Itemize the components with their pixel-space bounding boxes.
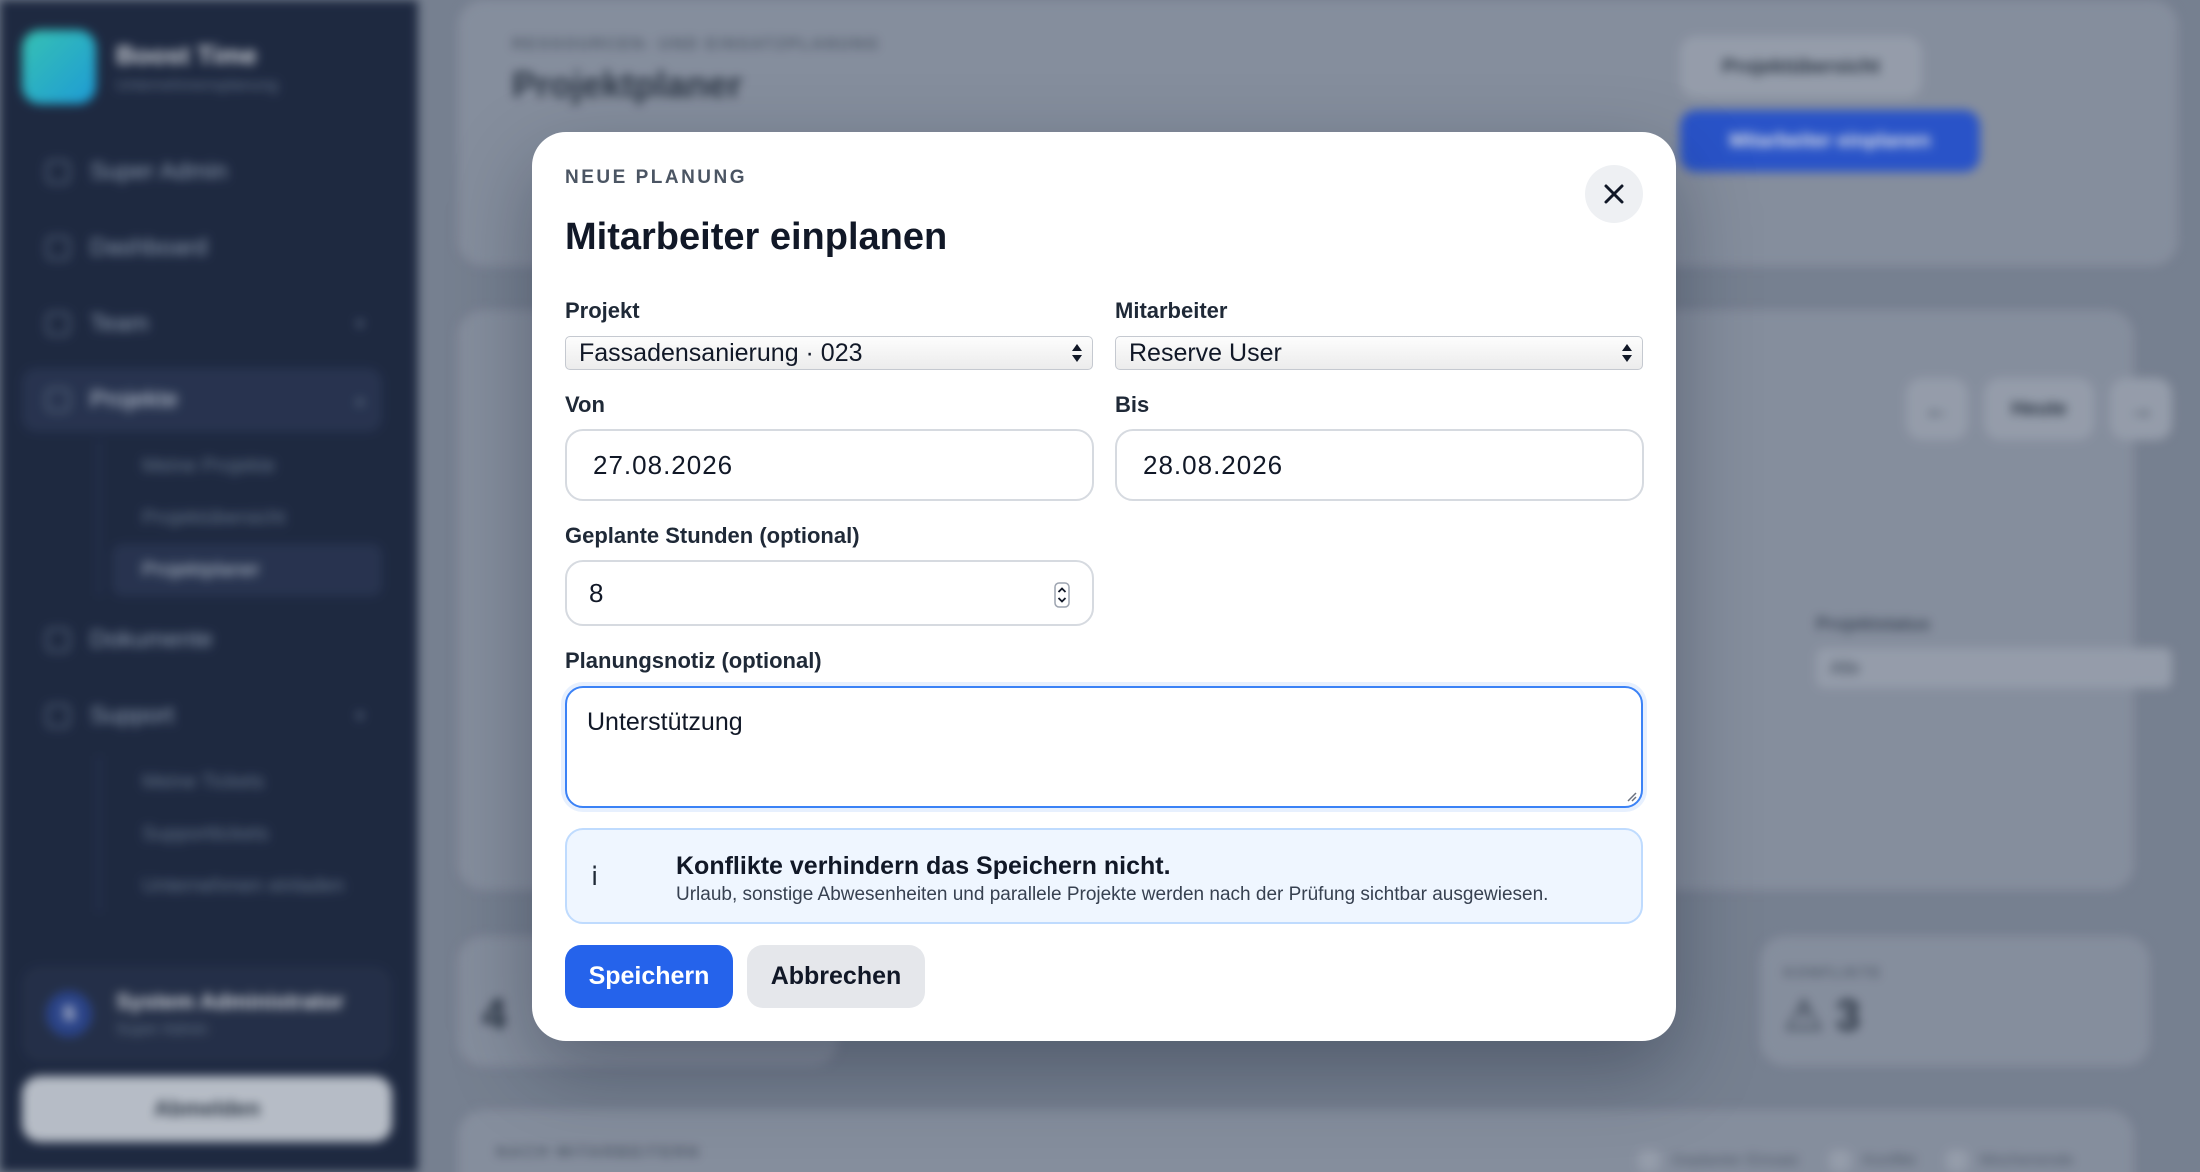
plan-employee-dialog: NEUE PLANUNG Mitarbeiter einplanen Proje… xyxy=(532,132,1676,1041)
dialog-title: Mitarbeiter einplanen xyxy=(565,216,948,258)
dialog-eyebrow: NEUE PLANUNG xyxy=(565,167,748,188)
employee-select[interactable]: Reserve User xyxy=(1115,336,1643,370)
note-label: Planungsnotiz (optional) xyxy=(565,648,822,673)
resize-grip-icon[interactable] xyxy=(1625,790,1637,802)
from-date-label: Von xyxy=(565,392,605,417)
employee-label: Mitarbeiter xyxy=(1115,298,1228,323)
project-label: Projekt xyxy=(565,298,640,323)
info-icon: i xyxy=(591,862,599,892)
planned-hours-value: 8 xyxy=(589,577,604,608)
select-arrows-icon xyxy=(1072,344,1082,362)
project-select[interactable]: Fassadensanierung · 023 xyxy=(565,336,1093,370)
conflict-info-box: i Konflikte verhindern das Speichern nic… xyxy=(565,828,1643,924)
project-select-value: Fassadensanierung · 023 xyxy=(579,338,863,367)
select-arrows-icon xyxy=(1622,344,1632,362)
info-text: Urlaub, sonstige Abwesenheiten und paral… xyxy=(676,884,1549,905)
employee-select-value: Reserve User xyxy=(1129,338,1282,367)
cancel-button[interactable]: Abbrechen xyxy=(747,945,925,1008)
note-textarea[interactable]: Unterstützung xyxy=(565,686,1643,808)
from-date-input[interactable]: 27.08.2026 xyxy=(565,429,1094,501)
note-value: Unterstützung xyxy=(587,708,743,736)
info-title: Konflikte verhindern das Speichern nicht… xyxy=(676,852,1171,880)
close-icon xyxy=(1604,184,1624,204)
planned-hours-input[interactable]: 8 xyxy=(565,560,1094,626)
close-button[interactable] xyxy=(1585,165,1643,223)
planned-hours-label: Geplante Stunden (optional) xyxy=(565,523,860,548)
save-button[interactable]: Speichern xyxy=(565,945,733,1008)
number-spinner-icon[interactable] xyxy=(1054,582,1070,608)
to-date-input[interactable]: 28.08.2026 xyxy=(1115,429,1644,501)
to-date-label: Bis xyxy=(1115,392,1150,417)
